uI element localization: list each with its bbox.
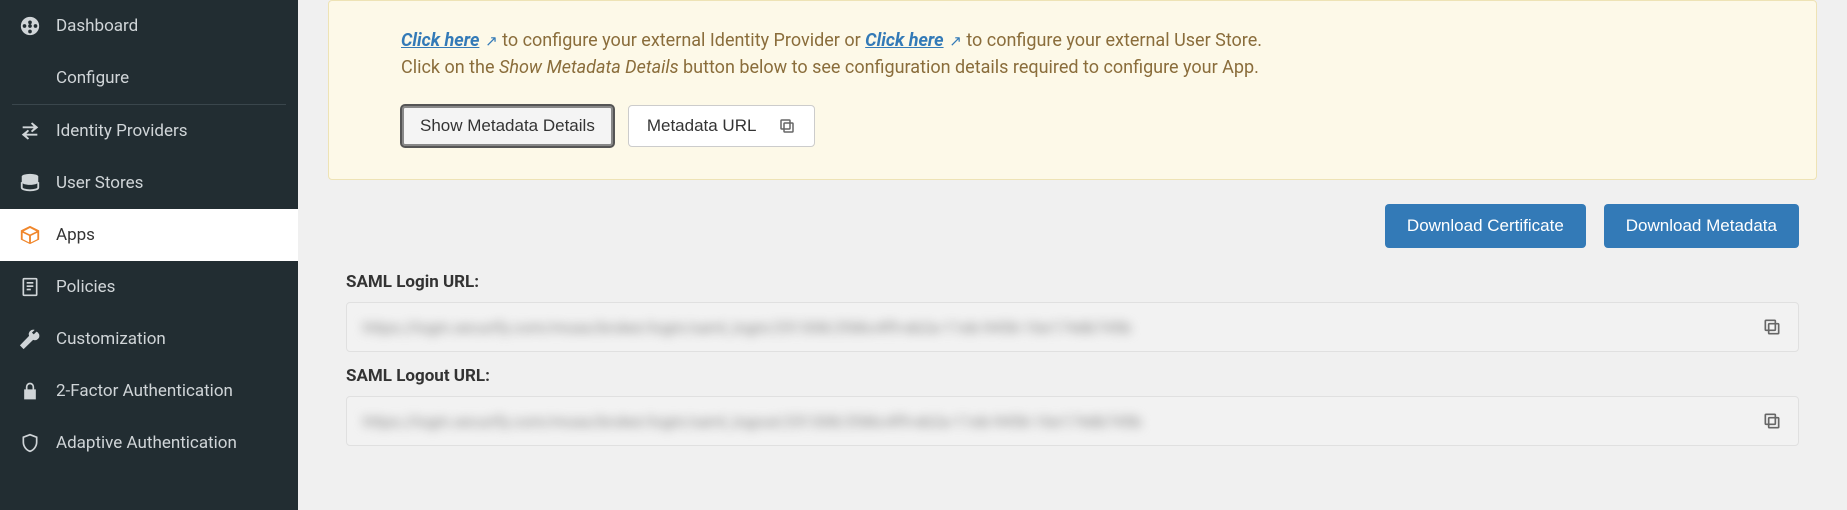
sidebar-item-label: Policies bbox=[56, 277, 115, 297]
info-text-line1: Click here ↗ to configure your external … bbox=[401, 27, 1744, 54]
shield-icon bbox=[18, 431, 42, 455]
download-row: Download Certificate Download Metadata bbox=[328, 180, 1817, 258]
copy-saml-login-icon[interactable] bbox=[1762, 317, 1782, 337]
sidebar-item-label: Identity Providers bbox=[56, 121, 188, 141]
saml-logout-url-box: https://login.xecurify.com/moas/broker/l… bbox=[346, 396, 1799, 446]
document-icon bbox=[18, 275, 42, 299]
main-content: Click here ↗ to configure your external … bbox=[298, 0, 1847, 510]
cube-icon bbox=[18, 223, 42, 247]
sidebar-item-customization[interactable]: Customization bbox=[0, 313, 298, 365]
metadata-url-button[interactable]: Metadata URL bbox=[628, 105, 816, 147]
sidebar-item-label: 2-Factor Authentication bbox=[56, 381, 233, 401]
sidebar-item-dashboard[interactable]: Dashboard bbox=[0, 0, 298, 52]
blank-icon bbox=[18, 66, 42, 90]
external-link-icon: ↗ bbox=[481, 32, 497, 50]
sidebar-item-configure[interactable]: Configure bbox=[0, 52, 298, 104]
saml-login-url-value: https://login.xecurify.com/moas/broker/l… bbox=[363, 318, 1131, 337]
saml-logout-url-value: https://login.xecurify.com/moas/broker/l… bbox=[363, 412, 1142, 431]
download-certificate-button[interactable]: Download Certificate bbox=[1385, 204, 1586, 248]
saml-login-url-label: SAML Login URL: bbox=[346, 272, 1799, 292]
sidebar-item-label: Configure bbox=[56, 68, 129, 88]
copy-saml-logout-icon[interactable] bbox=[1762, 411, 1782, 431]
metadata-button-row: Show Metadata Details Metadata URL bbox=[401, 105, 1744, 147]
sidebar-item-policies[interactable]: Policies bbox=[0, 261, 298, 313]
copy-icon bbox=[778, 117, 796, 135]
info-box: Click here ↗ to configure your external … bbox=[328, 0, 1817, 180]
sidebar-item-identity-providers[interactable]: Identity Providers bbox=[0, 105, 298, 157]
saml-login-url-box: https://login.xecurify.com/moas/broker/l… bbox=[346, 302, 1799, 352]
info-text-line2: Click on the Show Metadata Details butto… bbox=[401, 54, 1744, 81]
dashboard-icon bbox=[18, 14, 42, 38]
configure-userstore-link[interactable]: Click here bbox=[865, 30, 943, 51]
external-link-icon: ↗ bbox=[946, 32, 962, 50]
configure-idp-link[interactable]: Click here bbox=[401, 30, 479, 51]
lock-icon bbox=[18, 379, 42, 403]
sidebar-item-label: Dashboard bbox=[56, 16, 138, 36]
sidebar: Dashboard Configure Identity Providers U… bbox=[0, 0, 298, 510]
saml-logout-url-label: SAML Logout URL: bbox=[346, 366, 1799, 386]
show-metadata-details-button[interactable]: Show Metadata Details bbox=[401, 105, 614, 147]
sidebar-item-label: Apps bbox=[56, 225, 95, 245]
download-metadata-button[interactable]: Download Metadata bbox=[1604, 204, 1799, 248]
database-icon bbox=[18, 171, 42, 195]
sidebar-item-2fa[interactable]: 2-Factor Authentication bbox=[0, 365, 298, 417]
sidebar-item-adaptive-auth[interactable]: Adaptive Authentication bbox=[0, 417, 298, 469]
exchange-icon bbox=[18, 119, 42, 143]
sidebar-item-label: Adaptive Authentication bbox=[56, 433, 237, 453]
sidebar-item-label: Customization bbox=[56, 329, 166, 349]
sidebar-item-user-stores[interactable]: User Stores bbox=[0, 157, 298, 209]
sidebar-item-label: User Stores bbox=[56, 173, 143, 193]
sidebar-item-apps[interactable]: Apps bbox=[0, 209, 298, 261]
wrench-icon bbox=[18, 327, 42, 351]
